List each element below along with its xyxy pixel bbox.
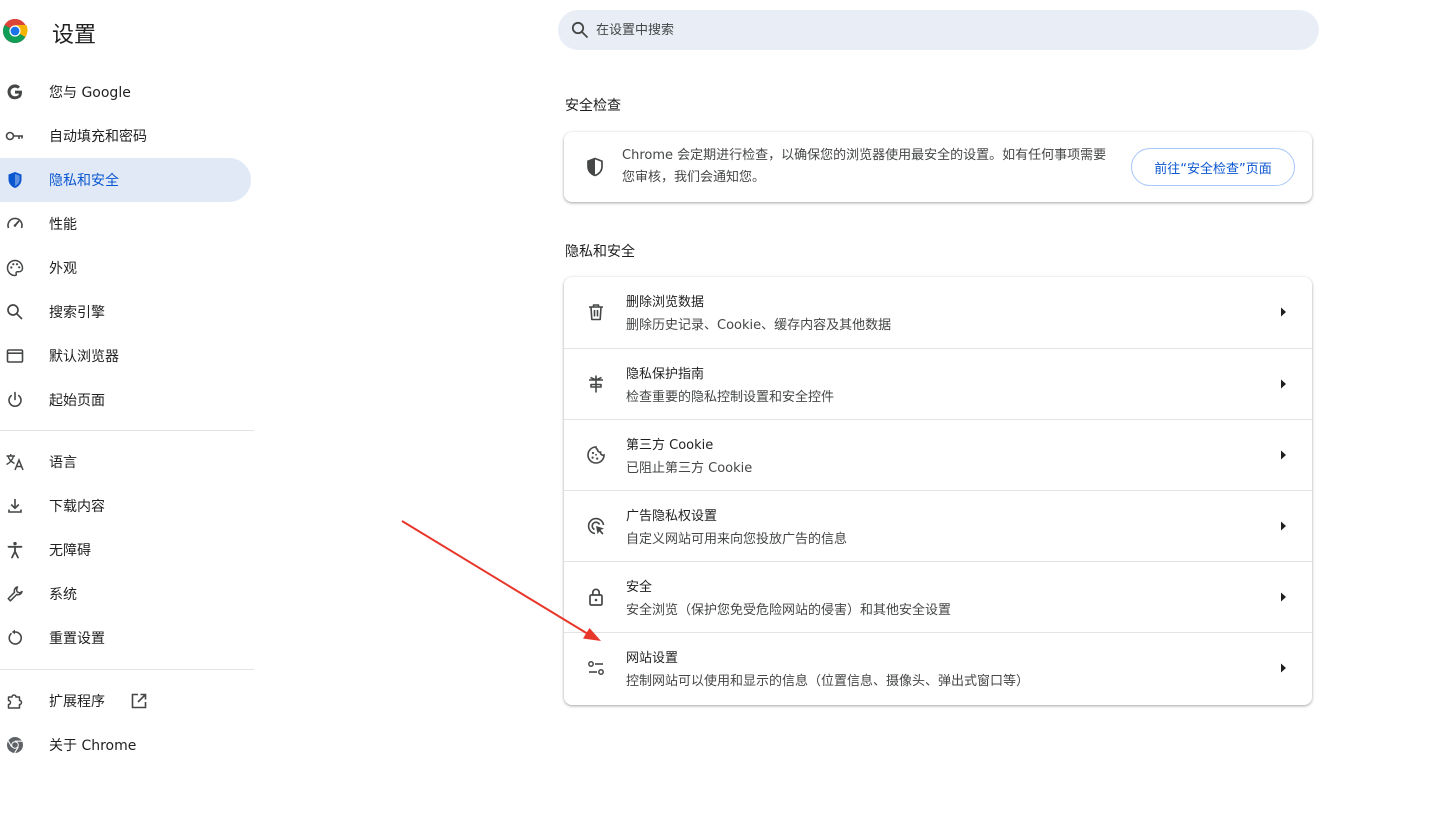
row-subtitle: 控制网站可以使用和显示的信息（位置信息、摄像头、弹出式窗口等） [626,674,1030,689]
sidebar-item-on-startup[interactable]: 起始页面 [0,378,251,422]
sidebar-item-default-browser[interactable]: 默认浏览器 [0,334,251,378]
row-subtitle: 删除历史记录、Cookie、缓存内容及其他数据 [626,318,892,333]
sidebar-item-label: 自动填充和密码 [49,129,147,145]
sidebar-item-about-chrome[interactable]: 关于 Chrome [0,723,251,767]
arrow-right-icon [1281,592,1286,602]
sidebar-item-label: 关于 Chrome [49,738,137,754]
sidebar-item-reset[interactable]: 重置设置 [0,616,251,660]
arrow-right-icon [1281,450,1286,460]
sidebar-divider [0,430,254,431]
translate-icon [4,451,26,473]
power-icon [4,389,26,411]
search-bar[interactable] [558,10,1319,50]
accessibility-icon [4,539,26,561]
sidebar-item-appearance[interactable]: 外观 [0,246,251,290]
sidebar-item-system[interactable]: 系统 [0,572,251,616]
chrome-logo-icon [2,18,28,44]
trash-icon [589,304,603,321]
shield-half-icon [587,157,603,177]
key-icon [4,125,26,147]
sidebar-item-label: 默认浏览器 [49,349,119,365]
ad-privacy-icon [587,517,605,535]
sidebar-item-label: 起始页面 [49,393,105,409]
arrow-right-icon [1281,663,1286,673]
row-third-party-cookies[interactable]: 第三方 Cookie 已阻止第三方 Cookie [564,419,1312,490]
sidebar-item-label: 隐私和安全 [49,173,119,189]
sidebar-item-label: 语言 [49,455,77,471]
privacy-card: 删除浏览数据 删除历史记录、Cookie、缓存内容及其他数据 隐私保护指南 检查… [564,277,1312,705]
sidebar-item-search-engine[interactable]: 搜索引擎 [0,290,251,334]
speedometer-icon [4,213,26,235]
sidebar-item-privacy[interactable]: 隐私和安全 [0,158,251,202]
sidebar-item-downloads[interactable]: 下载内容 [0,484,251,528]
sidebar-item-you-and-google[interactable]: 您与 Google [0,70,251,114]
row-subtitle: 已阻止第三方 Cookie [626,461,753,476]
tune-icon [588,661,604,675]
sidebar-item-autofill[interactable]: 自动填充和密码 [0,114,251,158]
reset-icon [4,627,26,649]
download-icon [4,495,26,517]
row-subtitle: 检查重要的隐私控制设置和安全控件 [626,390,835,405]
sidebar-item-label: 性能 [49,217,77,233]
row-title: 删除浏览数据 [626,295,705,310]
privacy-heading: 隐私和安全 [565,244,635,260]
safety-check-card: Chrome 会定期进行检查，以确保您的浏览器使用最安全的设置。如有任何事项需要… [564,132,1312,202]
go-to-safety-check-button[interactable]: 前往“安全检查”页面 [1131,148,1295,186]
puzzle-icon [4,690,26,712]
privacy-guide-icon [589,375,603,393]
row-title: 第三方 Cookie [626,438,714,453]
row-title: 安全 [626,580,653,595]
sidebar-item-label: 重置设置 [49,631,105,647]
row-ad-privacy[interactable]: 广告隐私权设置 自定义网站可用来向您投放广告的信息 [564,490,1312,561]
row-title: 隐私保护指南 [626,367,705,382]
lock-icon [589,588,603,606]
wrench-icon [4,583,26,605]
row-site-settings[interactable]: 网站设置 控制网站可以使用和显示的信息（位置信息、摄像头、弹出式窗口等） [564,632,1312,703]
search-input[interactable] [596,22,1276,38]
row-title: 广告隐私权设置 [626,509,718,524]
arrow-right-icon [1281,521,1286,531]
sidebar-divider [0,669,254,670]
arrow-right-icon [1281,307,1286,317]
sidebar-item-label: 无障碍 [49,543,91,559]
cookie-icon [587,446,605,464]
sidebar-item-label: 下载内容 [49,499,105,515]
shield-icon [4,169,26,191]
row-security[interactable]: 安全 安全浏览（保护您免受危险网站的侵害）和其他安全设置 [564,561,1312,632]
search-icon [571,21,588,38]
row-privacy-guide[interactable]: 隐私保护指南 检查重要的隐私控制设置和安全控件 [564,348,1312,419]
search-icon [4,301,26,323]
sidebar-item-label: 扩展程序 [49,694,105,710]
row-subtitle: 安全浏览（保护您免受危险网站的侵害）和其他安全设置 [626,603,952,618]
google-g-icon [4,81,26,103]
safety-check-description: Chrome 会定期进行检查，以确保您的浏览器使用最安全的设置。如有任何事项需要… [622,148,1107,185]
page-title: 设置 [52,23,97,48]
palette-icon [4,257,26,279]
arrow-right-icon [1281,379,1286,389]
row-clear-browsing-data[interactable]: 删除浏览数据 删除历史记录、Cookie、缓存内容及其他数据 [564,277,1312,348]
browser-window-icon [4,345,26,367]
open-in-new-icon [131,693,147,709]
safety-check-heading: 安全检查 [565,98,621,114]
chrome-icon [4,734,26,756]
sidebar-item-label: 系统 [49,587,77,603]
sidebar-item-label: 搜索引擎 [49,305,105,321]
sidebar-item-performance[interactable]: 性能 [0,202,251,246]
row-title: 网站设置 [626,651,679,666]
row-subtitle: 自定义网站可用来向您投放广告的信息 [626,532,848,547]
sidebar-item-label: 您与 Google [49,85,131,101]
sidebar-item-languages[interactable]: 语言 [0,440,251,484]
sidebar-item-extensions[interactable]: 扩展程序 [0,679,251,723]
sidebar-item-label: 外观 [49,261,77,277]
sidebar-item-accessibility[interactable]: 无障碍 [0,528,251,572]
